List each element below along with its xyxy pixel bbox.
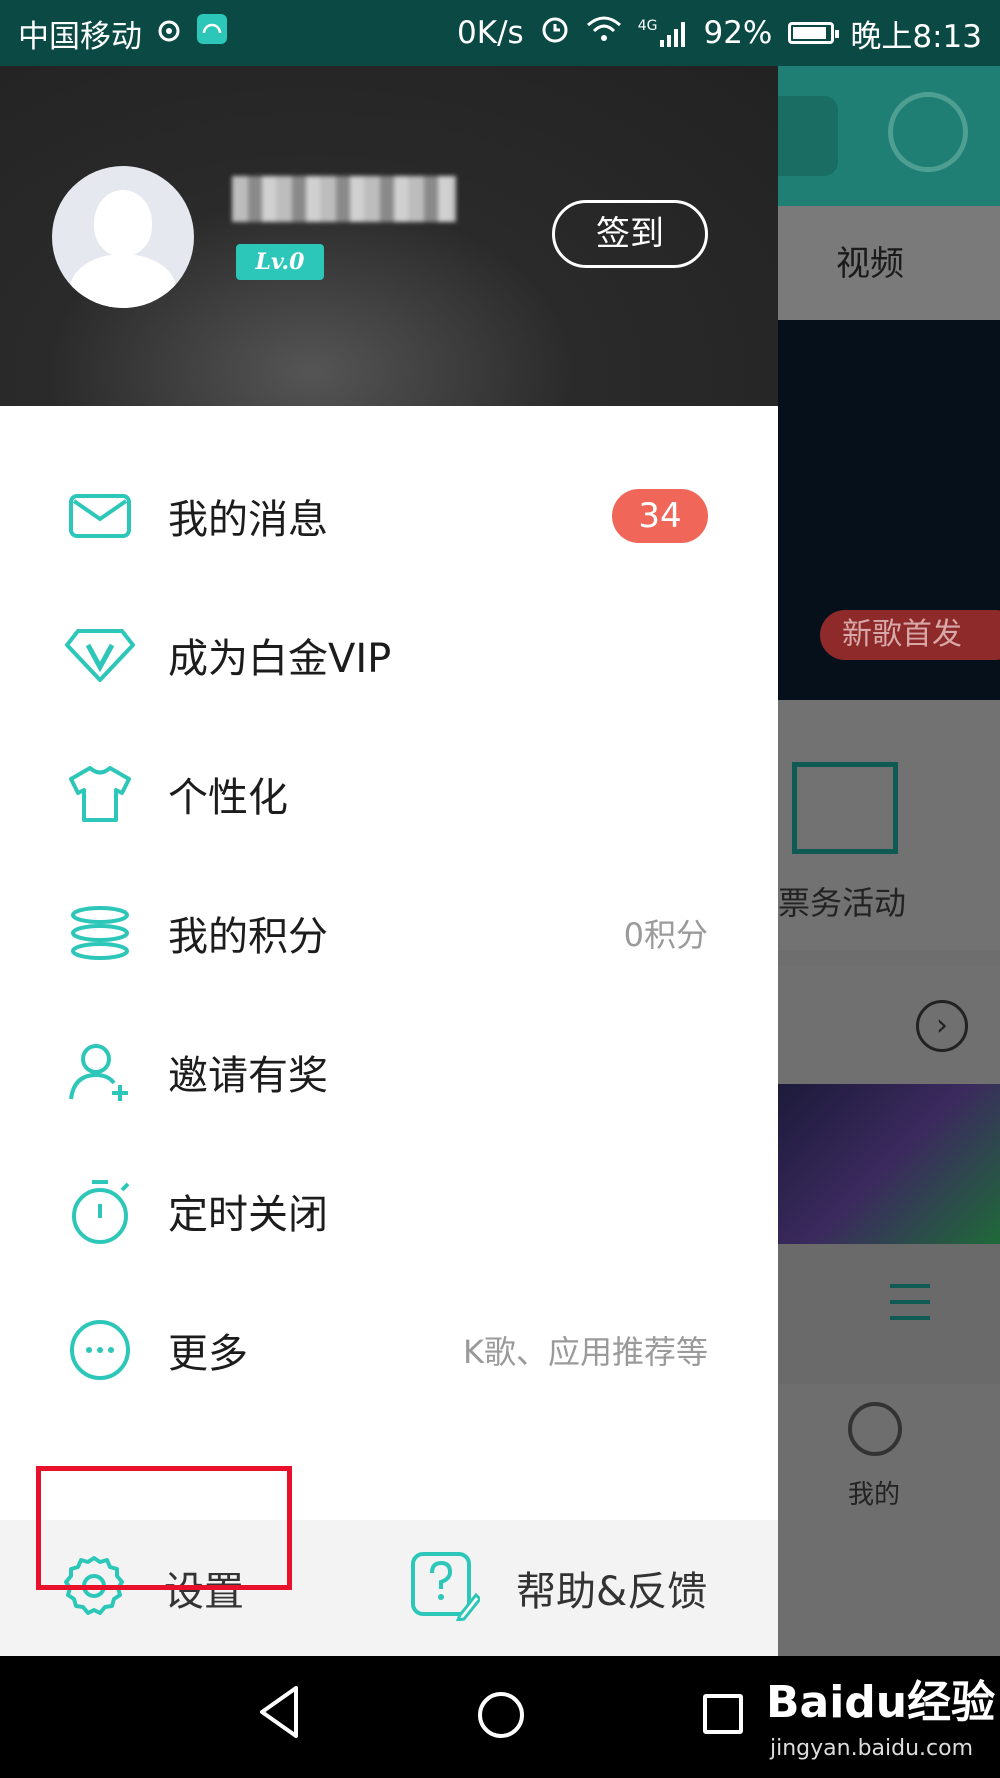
menu-label: 更多: [168, 1330, 248, 1377]
bg-banner: 新歌首发: [778, 320, 1000, 700]
new-song-tag: 新歌首发: [820, 610, 1000, 660]
recent-apps-icon[interactable]: [703, 1694, 743, 1734]
avatar[interactable]: [52, 166, 194, 308]
more-icon: [64, 1314, 136, 1386]
playlist-icon: [890, 1284, 930, 1320]
back-icon[interactable]: [256, 1684, 302, 1744]
mail-icon: [64, 480, 136, 552]
menu-item-timer[interactable]: 定时关闭: [0, 1141, 778, 1280]
watermark-brand: Baidu经验: [766, 1677, 996, 1728]
user-icon: [848, 1402, 902, 1456]
alarm-icon: [540, 14, 570, 52]
status-bar: 中国移动 0K/s 4G 92% 晚上8:13: [0, 0, 1000, 66]
home-icon[interactable]: [478, 1692, 524, 1738]
menu-label: 邀请有奖: [168, 1052, 328, 1099]
avatar-body: [70, 254, 176, 308]
net-speed: 0K/s: [457, 15, 524, 51]
more-hint: K歌、应用推荐等: [463, 1332, 708, 1371]
menu-item-points[interactable]: 我的积分 0积分: [0, 863, 778, 1002]
bg-ticket-label: 票务活动: [778, 884, 907, 922]
invite-user-icon: [64, 1036, 136, 1108]
timer-icon: [64, 1175, 136, 1247]
weibo-icon: [156, 15, 182, 51]
bg-ticket-entry: 票务活动: [778, 700, 1000, 950]
username-blurred[interactable]: [232, 176, 456, 222]
avatar-head: [94, 190, 152, 256]
side-drawer: Lv.0 签到 我的消息 34 成为白金VIP 个性化 我的积分 0积分 邀请有…: [0, 66, 778, 1656]
bg-me-label: 我的: [848, 1480, 901, 1510]
menu-item-personalize[interactable]: 个性化: [0, 724, 778, 863]
bg-concert-photo: [778, 1084, 1000, 1244]
points-value: 0积分: [623, 915, 708, 954]
network-type: 4G: [637, 18, 658, 34]
menu-label: 成为白金VIP: [168, 635, 392, 682]
music-app-icon: [196, 13, 228, 53]
checkin-button[interactable]: 签到: [552, 200, 708, 268]
menu-item-invite[interactable]: 邀请有奖: [0, 1002, 778, 1141]
bg-row: ›: [778, 966, 1000, 1084]
drawer-menu: 我的消息 34 成为白金VIP 个性化 我的积分 0积分 邀请有奖 定时关闭 更…: [0, 446, 778, 1419]
menu-label: 定时关闭: [168, 1191, 328, 1238]
chevron-right-icon: ›: [916, 1000, 968, 1052]
level-badge: Lv.0: [236, 244, 324, 280]
menu-label: 个性化: [168, 774, 288, 821]
menu-label: 我的消息: [168, 496, 328, 543]
battery-fill: [793, 27, 827, 39]
battery-percent: 92%: [703, 15, 773, 51]
screen: 中国移动 0K/s 4G 92% 晚上8:13 视频 新歌首发 票务活动 › 我…: [0, 0, 1000, 1778]
menu-item-more[interactable]: 更多 K歌、应用推荐等: [0, 1280, 778, 1419]
help-edit-icon: [410, 1551, 483, 1625]
system-nav-bar: Baidu经验 jingyan.baidu.com: [0, 1656, 1000, 1778]
unread-badge: 34: [612, 488, 708, 543]
menu-item-messages[interactable]: 我的消息 34: [0, 446, 778, 585]
wifi-icon: [586, 15, 622, 51]
bg-tabs: 视频: [778, 206, 1000, 320]
coins-icon: [64, 897, 136, 969]
signal-icon: 4G: [638, 18, 688, 48]
watermark-url: jingyan.baidu.com: [770, 1736, 974, 1761]
carrier-label: 中国移动: [18, 18, 142, 55]
radio-icon: [888, 92, 968, 172]
menu-item-vip[interactable]: 成为白金VIP: [0, 585, 778, 724]
background-app: 视频 新歌首发 票务活动 › 我的: [758, 66, 1000, 1656]
bg-player-bar: [778, 1244, 1000, 1384]
tshirt-icon: [64, 758, 136, 830]
gift-icon: [792, 762, 898, 854]
battery-icon: [788, 22, 840, 44]
bg-bottom-nav: 我的: [778, 1384, 1000, 1656]
profile-header: Lv.0 签到: [0, 66, 778, 406]
bg-header: [758, 66, 1000, 206]
menu-label: 我的积分: [168, 913, 328, 960]
bg-tab-video: 视频: [836, 244, 904, 284]
settings-highlight-box: [36, 1466, 292, 1590]
help-feedback-button[interactable]: 帮助&反馈: [410, 1520, 707, 1656]
vip-diamond-icon: [64, 619, 136, 691]
help-label: 帮助&反馈: [516, 1569, 708, 1615]
clock: 晚上8:13: [850, 18, 982, 55]
